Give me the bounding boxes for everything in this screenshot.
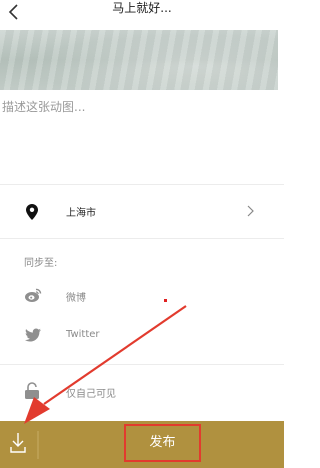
- download-icon: [10, 431, 39, 459]
- sync-item-label: Twitter: [66, 329, 100, 340]
- sync-item-weibo[interactable]: 微博: [0, 276, 284, 316]
- chevron-right-icon: [247, 205, 254, 217]
- gif-preview-texture: [0, 30, 278, 90]
- divider: [0, 364, 284, 365]
- location-city: 上海市: [66, 208, 96, 219]
- gif-preview-image[interactable]: [0, 30, 278, 90]
- lock-icon: [25, 382, 39, 399]
- description-input[interactable]: 描述这张动图...: [2, 98, 85, 115]
- twitter-icon: [25, 328, 41, 342]
- sync-item-label: 微博: [66, 293, 86, 304]
- location-pin-icon: [26, 204, 38, 220]
- weibo-icon: [25, 288, 42, 302]
- publish-button[interactable]: 发布: [124, 424, 201, 462]
- download-button[interactable]: [4, 429, 40, 461]
- page-title: 马上就好...: [112, 1, 172, 15]
- annotation-dot: [164, 299, 167, 302]
- header: 马上就好...: [0, 0, 284, 30]
- privacy-label: 仅自己可见: [66, 389, 116, 400]
- sync-label: 同步至:: [24, 258, 58, 269]
- divider: [0, 238, 284, 239]
- bottom-bar: 发布: [0, 421, 284, 468]
- privacy-row[interactable]: 仅自己可见: [0, 372, 284, 412]
- location-row[interactable]: 上海市: [0, 184, 284, 238]
- sync-item-twitter[interactable]: Twitter: [0, 316, 284, 356]
